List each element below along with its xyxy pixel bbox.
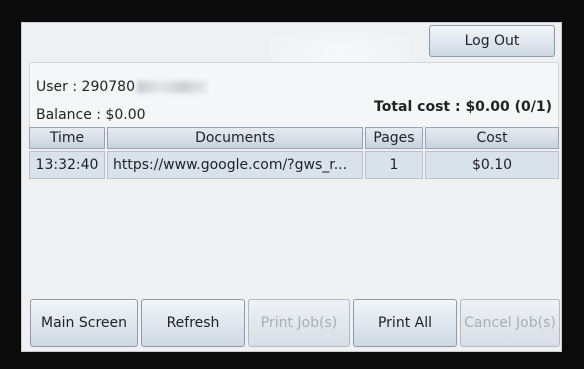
user-label: User : xyxy=(36,79,82,95)
main-screen-button[interactable]: Main Screen xyxy=(30,299,138,347)
user-line: User : 290780 xyxy=(36,79,207,95)
column-header-cost[interactable]: Cost xyxy=(425,127,559,149)
table-row[interactable]: 13:32:40 https://www.google.com/?gws_r..… xyxy=(29,151,559,179)
total-cost-text: Total cost : $0.00 (0/1) xyxy=(374,99,552,115)
table-header: Time Documents Pages Cost xyxy=(29,127,559,149)
balance-text: Balance : $0.00 xyxy=(36,107,146,123)
cell-pages: 1 xyxy=(365,151,423,179)
cell-document: https://www.google.com/?gws_r... xyxy=(107,151,363,179)
logout-button[interactable]: Log Out xyxy=(429,25,555,57)
user-id: 290780 xyxy=(81,79,135,95)
redacted-user-id xyxy=(136,81,207,93)
cell-cost: $0.10 xyxy=(425,151,559,179)
column-header-pages[interactable]: Pages xyxy=(365,127,423,149)
kiosk-screen: Log Out User : 290780 Balance : $0.00 To… xyxy=(21,22,562,352)
print-all-button[interactable]: Print All xyxy=(353,299,457,347)
print-jobs-button[interactable]: Print Job(s) xyxy=(248,299,350,347)
cancel-jobs-button[interactable]: Cancel Job(s) xyxy=(460,299,560,347)
refresh-button[interactable]: Refresh xyxy=(141,299,245,347)
account-info-panel: User : 290780 Balance : $0.00 Total cost… xyxy=(29,62,559,134)
column-header-time[interactable]: Time xyxy=(29,127,105,149)
cell-time: 13:32:40 xyxy=(29,151,105,179)
column-header-documents[interactable]: Documents xyxy=(107,127,363,149)
